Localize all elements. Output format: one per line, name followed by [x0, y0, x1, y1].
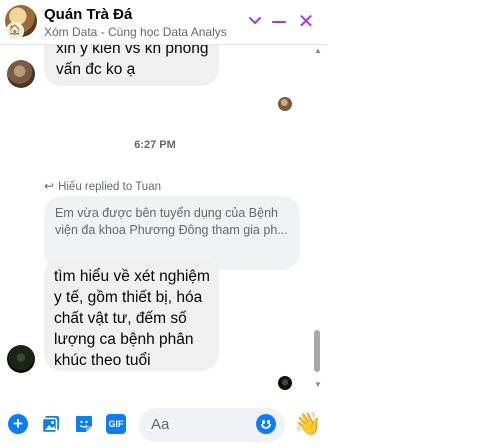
reply-header-text: Hiếu replied to Tuan	[58, 181, 161, 193]
image-icon[interactable]	[41, 414, 61, 434]
chat-window: xin ý kiến vs kn phỏng vấn đc ko ạ 6:27 …	[0, 0, 328, 448]
message-bubble[interactable]: tìm hiểu về xét nghiệm y tế, gồm thiết b…	[44, 258, 219, 371]
message-text: tìm hiểu về xét nghiệm y tế, gồm thiết b…	[54, 268, 210, 369]
emoji-icon[interactable]	[256, 414, 276, 434]
avatar[interactable]	[7, 345, 35, 373]
reply-icon: ↩	[44, 179, 55, 193]
chat-title[interactable]: Quán Trà Đá	[44, 6, 132, 23]
message-input[interactable]: Aa	[139, 408, 285, 442]
house-icon: 🏠	[6, 22, 24, 40]
reply-header: ↩ Hiếu replied to Tuan	[44, 179, 161, 193]
wave-icon[interactable]: 👋	[294, 412, 321, 436]
read-receipt-avatar	[278, 376, 292, 390]
close-icon[interactable]: ✕	[296, 12, 316, 32]
scroll-up-arrow-icon[interactable]: ▲	[314, 46, 322, 55]
chat-subtitle: Xóm Data - Cùng học Data Analys	[44, 25, 227, 39]
quoted-message-text: Em vừa được bên tuyển dụng của Bệnh viện…	[55, 206, 288, 237]
message-input-placeholder: Aa	[151, 416, 170, 433]
scrollbar[interactable]: ▲ ▼	[313, 44, 323, 396]
plus-icon[interactable]: +	[8, 414, 28, 434]
scroll-down-arrow-icon[interactable]: ▼	[314, 380, 322, 389]
composer: + GIF Aa 👋	[0, 400, 328, 448]
minimize-icon[interactable]	[270, 12, 290, 32]
chat-header: 🏠 Quán Trà Đá Xóm Data - Cùng học Data A…	[0, 0, 328, 45]
sticker-icon[interactable]	[74, 414, 94, 434]
read-receipt-avatar	[278, 97, 292, 111]
gif-icon[interactable]: GIF	[106, 414, 126, 434]
avatar[interactable]	[7, 60, 35, 88]
timestamp: 6:27 PM	[134, 139, 176, 151]
chevron-down-icon[interactable]	[245, 12, 265, 32]
scrollbar-thumb[interactable]	[314, 330, 320, 372]
